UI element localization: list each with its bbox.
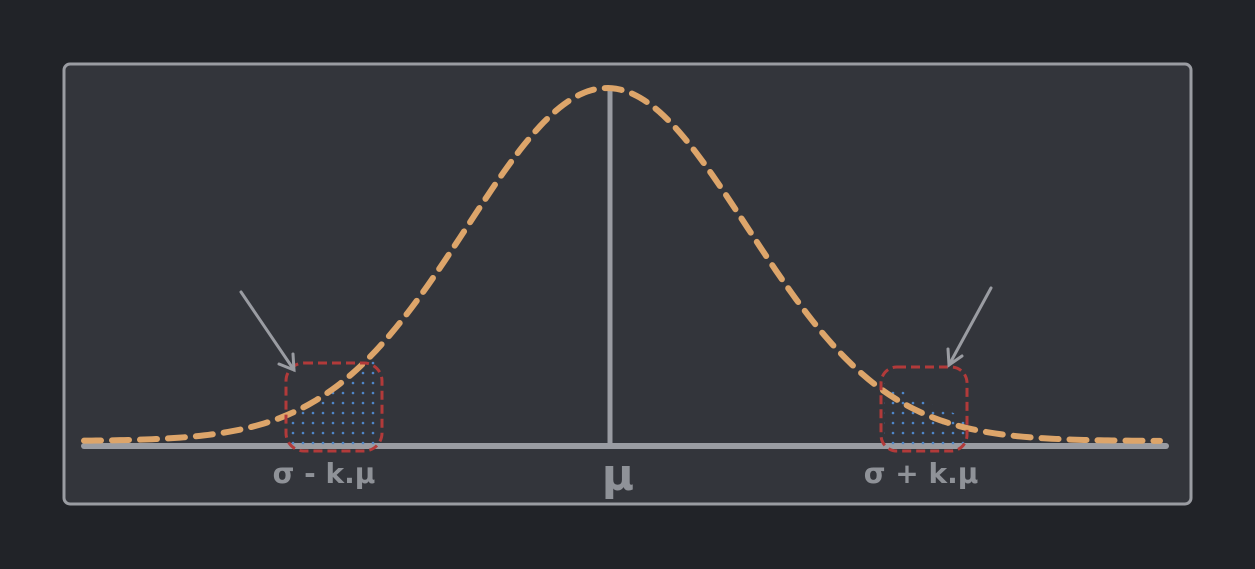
diagram-canvas: σ - k.μ μ σ + k.μ (0, 0, 1255, 569)
distribution-diagram: σ - k.μ μ σ + k.μ (62, 62, 1193, 506)
left-bound-label: σ - k.μ (273, 457, 376, 490)
mean-label: μ (602, 450, 634, 501)
right-bound-label: σ + k.μ (864, 457, 979, 490)
